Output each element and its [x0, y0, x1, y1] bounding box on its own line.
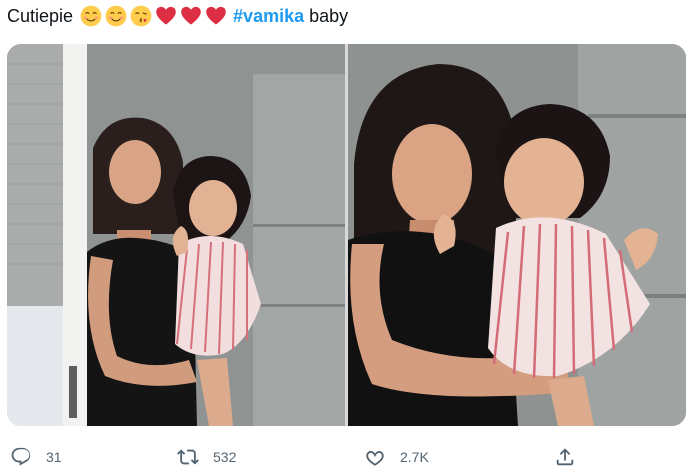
tweet-actions: 31 532 2.7K [0, 438, 700, 476]
tweet-text-intro: Cutiepie [7, 6, 74, 26]
photo-right[interactable] [348, 44, 686, 426]
photo-left[interactable] [7, 44, 345, 426]
media-grid [7, 44, 686, 426]
red-heart-emoji-icon [205, 5, 227, 27]
like-count: 2.7K [400, 449, 429, 465]
reply-icon [10, 446, 32, 468]
heart-eyes-emoji-icon [105, 5, 127, 27]
tweet-text: Cutiepie #vamika baby [7, 2, 348, 30]
kiss-emoji-icon [130, 5, 152, 27]
heart-icon [364, 446, 386, 468]
like-button[interactable]: 2.7K [364, 444, 429, 470]
tweet-text-outro: baby [309, 6, 349, 26]
reply-count: 31 [46, 449, 62, 465]
red-heart-emoji-icon [155, 5, 177, 27]
retweet-count: 532 [213, 449, 237, 465]
retweet-button[interactable]: 532 [177, 444, 236, 470]
heart-eyes-emoji-icon [80, 5, 102, 27]
hashtag-link[interactable]: #vamika [233, 2, 304, 30]
red-heart-emoji-icon [180, 5, 202, 27]
reply-button[interactable]: 31 [10, 444, 62, 470]
share-button[interactable] [554, 444, 576, 470]
retweet-icon [177, 446, 199, 468]
emoji-row [77, 5, 227, 27]
share-icon [554, 446, 576, 468]
